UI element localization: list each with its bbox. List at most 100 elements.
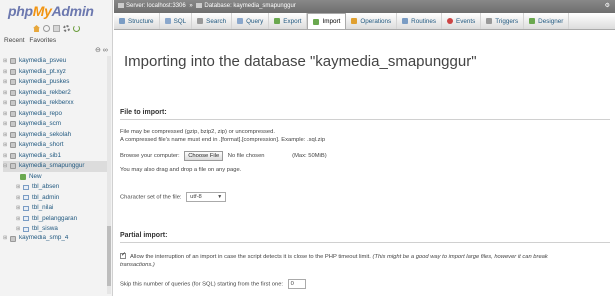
triggers-icon	[486, 18, 493, 24]
breadcrumb-server[interactable]: Server: localhost:3306	[126, 3, 186, 9]
db-item-kaymedia-rekber2[interactable]: ⊞ kaymedia_rekber2	[3, 88, 108, 99]
new-table-item[interactable]: New	[3, 172, 108, 183]
table-item-tbl-pelanggaran[interactable]: ⊞ tbl_pelanggaran	[3, 214, 108, 225]
file-to-import-heading: File to import:	[120, 109, 610, 120]
database-icon	[10, 79, 16, 86]
database-icon	[10, 58, 16, 65]
drag-drop-note: You may also drag and drop a file on any…	[120, 167, 242, 173]
db-item-kaymedia-pt-xyz[interactable]: ⊞ kaymedia_pt.xyz	[3, 67, 108, 78]
breadcrumb-separator: »	[189, 3, 193, 9]
database-icon	[10, 110, 16, 117]
tab-routines[interactable]: Routines	[397, 13, 443, 29]
database-icon	[10, 235, 16, 242]
compression-example-note: A compressed file's name must end in .[f…	[120, 137, 326, 143]
collapse-all-icon[interactable]: ⊖ ∞	[95, 46, 108, 54]
partial-import-heading: Partial import:	[120, 232, 610, 243]
collapse-icon[interactable]: ⊟	[3, 161, 10, 172]
structure-icon	[119, 18, 125, 24]
table-item-tbl-nilai[interactable]: ⊞ tbl_nilai	[3, 203, 108, 214]
database-icon	[10, 131, 16, 138]
db-item-kaymedia-sekolah[interactable]: ⊞ kaymedia_sekolah	[3, 130, 108, 141]
breadcrumb-database[interactable]: Database: kaymedia_smapunggur	[204, 3, 295, 9]
phpmyadmin-logo[interactable]: phpMyAdmin	[8, 3, 94, 19]
db-item-kaymedia-sib1[interactable]: ⊞ kaymedia_sib1	[3, 151, 108, 162]
table-item-tbl-absen[interactable]: ⊞ tbl_absen	[3, 182, 108, 193]
expand-icon[interactable]: ⊞	[3, 88, 10, 99]
allow-interrupt-checkbox[interactable]	[120, 251, 126, 259]
db-item-kaymedia-puskes[interactable]: ⊞ kaymedia_puskes	[3, 77, 108, 88]
import-icon	[313, 18, 320, 25]
tab-structure[interactable]: Structure	[114, 13, 160, 29]
charset-label: Character set of the file:	[120, 194, 182, 201]
tab-recent[interactable]: Recent	[4, 37, 25, 44]
skip-queries-label: Skip this number of queries (for SQL) st…	[120, 281, 284, 288]
expand-icon[interactable]: ⊞	[3, 56, 10, 67]
sql-icon	[164, 18, 171, 24]
allow-interrupt-note-cont: transactions.)	[120, 262, 155, 268]
home-icon[interactable]	[33, 25, 40, 32]
scrollbar-thumb[interactable]	[107, 226, 111, 286]
expand-icon[interactable]: ⊞	[16, 193, 23, 204]
allow-interrupt-note: (This might be a good way to import larg…	[372, 254, 548, 260]
expand-icon[interactable]: ⊞	[3, 130, 10, 141]
expand-icon[interactable]: ⊞	[3, 98, 10, 109]
table-icon	[23, 184, 29, 190]
main-content: Importing into the database "kaymedia_sm…	[114, 31, 615, 296]
table-item-tbl-siswa[interactable]: ⊞ tbl_siswa	[3, 224, 108, 235]
choose-file-button[interactable]: Choose File	[184, 151, 224, 161]
database-icon	[10, 121, 16, 128]
designer-icon	[529, 18, 536, 24]
tab-favorites[interactable]: Favorites	[29, 37, 56, 44]
gear-icon[interactable]: ⚙	[605, 0, 610, 13]
db-item-kaymedia-short[interactable]: ⊞ kaymedia_short	[3, 140, 108, 151]
expand-icon[interactable]: ⊞	[3, 119, 10, 130]
tab-import[interactable]: Import	[307, 13, 347, 29]
db-item-kaymedia-smapunggur[interactable]: ⊟ kaymedia_smapunggur	[3, 161, 108, 172]
expand-icon[interactable]: ⊞	[3, 67, 10, 78]
routines-icon	[402, 18, 409, 24]
db-item-kaymedia-repo[interactable]: ⊞ kaymedia_repo	[3, 109, 108, 120]
breadcrumb: Server: localhost:3306 » Database: kayme…	[114, 0, 615, 13]
expand-icon[interactable]: ⊞	[16, 203, 23, 214]
allow-interrupt-label: Allow the interruption of an import in c…	[130, 254, 371, 260]
tab-designer[interactable]: Designer	[524, 13, 570, 29]
expand-icon[interactable]: ⊞	[16, 224, 23, 235]
tab-query[interactable]: Query	[232, 13, 270, 29]
max-size-note: (Max: 50MiB)	[292, 153, 327, 159]
expand-icon[interactable]: ⊞	[16, 214, 23, 225]
database-icon	[10, 100, 16, 107]
events-icon	[447, 18, 454, 24]
db-item-kaymedia-smp-4[interactable]: ⊞ kaymedia_smp_4	[3, 235, 108, 243]
db-item-kaymedia-psveu[interactable]: ⊞ kaymedia_psveu	[3, 56, 108, 67]
skip-queries-input[interactable]: 0	[287, 279, 306, 289]
expand-icon[interactable]: ⊞	[3, 140, 10, 151]
chevron-down-icon: ▼	[217, 194, 223, 200]
search-icon	[197, 18, 204, 24]
expand-icon[interactable]: ⊞	[16, 182, 23, 193]
expand-icon[interactable]: ⊞	[3, 235, 10, 243]
nav-icon-row	[33, 25, 80, 32]
page-title: Importing into the database "kaymedia_sm…	[124, 53, 477, 70]
database-icon	[10, 142, 16, 149]
tab-events[interactable]: Events	[442, 13, 482, 29]
documentation-icon[interactable]	[53, 25, 60, 32]
tab-search[interactable]: Search	[192, 13, 233, 29]
expand-icon[interactable]: ⊞	[3, 151, 10, 162]
browse-label: Browse your computer:	[120, 153, 180, 159]
reload-icon[interactable]	[73, 25, 80, 32]
logout-icon[interactable]	[43, 25, 50, 32]
browse-row: Browse your computer: Choose File No fil…	[120, 151, 327, 161]
expand-icon[interactable]: ⊞	[3, 77, 10, 88]
settings-icon[interactable]	[63, 25, 70, 32]
tab-export[interactable]: Export	[269, 13, 308, 29]
database-icon	[196, 3, 203, 8]
db-item-kaymedia-rekberxx[interactable]: ⊞ kaymedia_rekberxx	[3, 98, 108, 109]
tab-triggers[interactable]: Triggers	[481, 13, 525, 29]
expand-icon[interactable]: ⊞	[3, 109, 10, 120]
nav-scrollbar[interactable]	[107, 56, 111, 294]
tab-sql[interactable]: SQL	[160, 13, 193, 29]
db-item-kaymedia-scm[interactable]: ⊞ kaymedia_scm	[3, 119, 108, 130]
table-item-tbl-admin[interactable]: ⊞ tbl_admin	[3, 193, 108, 204]
tab-operations[interactable]: Operations	[346, 13, 398, 29]
charset-select[interactable]: utf-8 ▼	[186, 192, 227, 202]
